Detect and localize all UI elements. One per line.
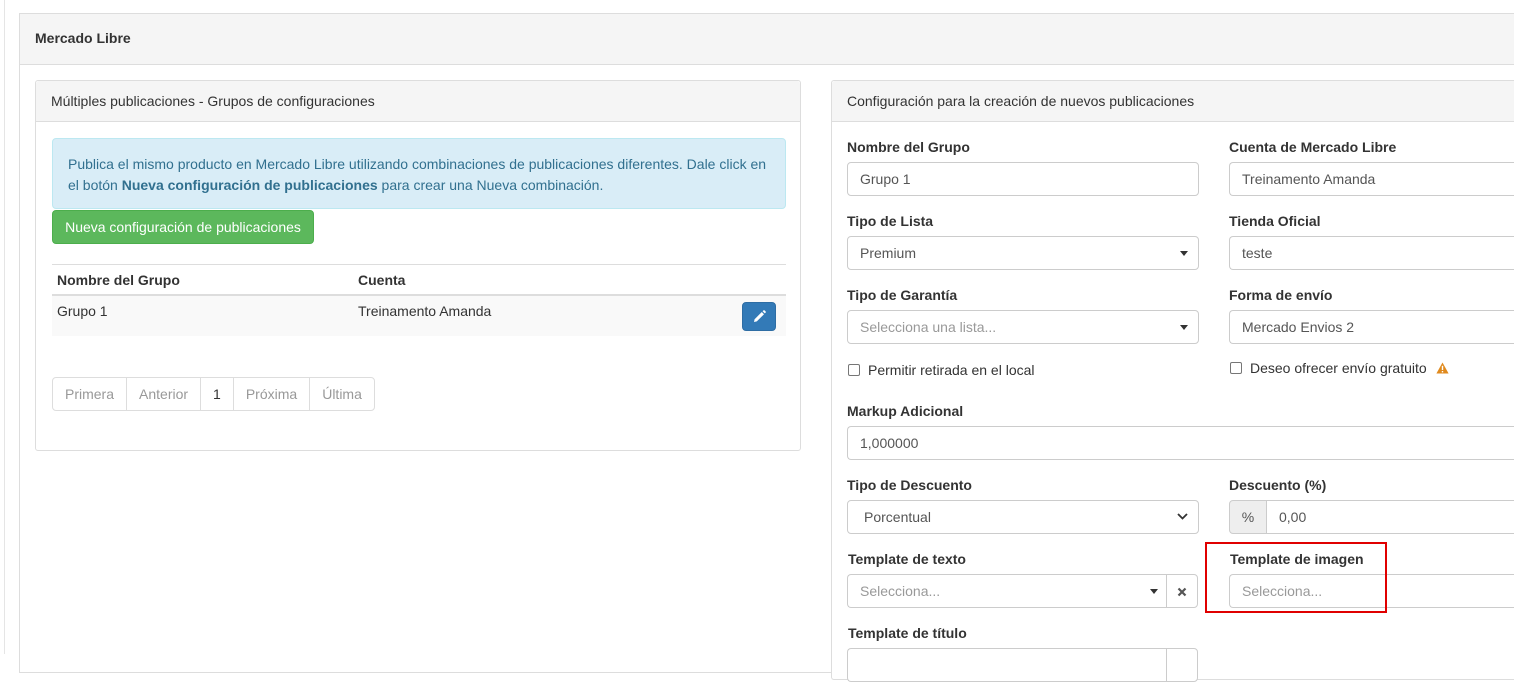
table-header: Nombre del Grupo Cuenta: [52, 264, 786, 296]
warranty-type-placeholder: Selecciona una lista...: [860, 319, 997, 335]
header-account: Cuenta: [358, 272, 406, 288]
shipping-input[interactable]: Mercado Envios 2: [1229, 310, 1514, 344]
free-shipping-option[interactable]: Deseo ofrecer envío gratuito: [1230, 360, 1449, 376]
discount-type-label: Tipo de Descuento: [847, 477, 972, 493]
discount-type-select[interactable]: Porcentual: [847, 500, 1199, 534]
pencil-icon: [754, 310, 766, 322]
edit-button[interactable]: [742, 302, 776, 331]
image-template-select[interactable]: Selecciona...: [1229, 574, 1514, 608]
close-icon: [1177, 587, 1187, 597]
clear-title-template-button[interactable]: [1166, 648, 1198, 682]
alert-bold-text: Nueva configuración de publicaciones: [121, 177, 378, 193]
groups-panel-title: Múltiples publicaciones - Grupos de conf…: [36, 81, 800, 122]
title-template-label: Template de título: [848, 625, 967, 641]
markup-label: Markup Adicional: [847, 403, 964, 419]
list-type-label: Tipo de Lista: [847, 213, 934, 229]
panel-title: Mercado Libre: [20, 14, 1514, 65]
clear-text-template-button[interactable]: [1166, 574, 1198, 608]
row-group-name: Grupo 1: [57, 303, 108, 319]
page-previous[interactable]: Anterior: [126, 377, 202, 411]
new-configuration-button[interactable]: Nueva configuración de publicaciones: [52, 210, 314, 244]
discount-type-value: Porcentual: [864, 509, 931, 525]
group-name-label: Nombre del Grupo: [847, 139, 970, 155]
text-template-select[interactable]: Selecciona...: [847, 574, 1168, 608]
info-alert: Publica el mismo producto en Mercado Lib…: [52, 138, 786, 209]
page-first[interactable]: Primera: [52, 377, 128, 411]
official-store-label: Tienda Oficial: [1229, 213, 1321, 229]
pickup-option[interactable]: Permitir retirada en el local: [848, 362, 1035, 378]
text-template-label: Template de texto: [848, 551, 966, 567]
groups-panel: Múltiples publicaciones - Grupos de conf…: [35, 80, 801, 451]
official-store-input[interactable]: teste: [1229, 236, 1514, 270]
table-row: Grupo 1 Treinamento Amanda: [52, 296, 786, 336]
page-left-border: [4, 0, 5, 654]
pagination: Primera Anterior 1 Próxima Última: [52, 377, 375, 411]
warning-icon[interactable]: [1436, 362, 1449, 374]
list-type-select[interactable]: Premium: [847, 236, 1199, 270]
account-label: Cuenta de Mercado Libre: [1229, 139, 1397, 155]
groups-table: Nombre del Grupo Cuenta Grupo 1 Treiname…: [52, 264, 786, 336]
warranty-type-label: Tipo de Garantía: [847, 287, 958, 303]
free-shipping-checkbox[interactable]: [1230, 362, 1242, 374]
page-last[interactable]: Última: [309, 377, 375, 411]
group-name-input[interactable]: Grupo 1: [847, 162, 1199, 196]
caret-down-icon: [1180, 325, 1188, 330]
page-next[interactable]: Próxima: [232, 377, 311, 411]
caret-down-icon: [1150, 589, 1158, 594]
caret-down-icon: [1180, 251, 1188, 256]
shipping-label: Forma de envío: [1229, 287, 1333, 303]
chevron-down-icon: [1177, 513, 1188, 520]
row-account: Treinamento Amanda: [358, 303, 492, 319]
title-template-select[interactable]: [847, 648, 1168, 682]
page-current[interactable]: 1: [200, 377, 234, 411]
text-template-placeholder: Selecciona...: [860, 583, 941, 599]
markup-input[interactable]: 1,000000: [847, 426, 1514, 460]
warranty-type-select[interactable]: Selecciona una lista...: [847, 310, 1199, 344]
pickup-label: Permitir retirada en el local: [868, 362, 1035, 378]
free-shipping-label: Deseo ofrecer envío gratuito: [1250, 360, 1427, 376]
discount-label: Descuento (%): [1229, 477, 1327, 493]
configuration-panel-title: Configuración para la creación de nuevos…: [832, 81, 1514, 122]
account-input[interactable]: Treinamento Amanda: [1229, 162, 1514, 196]
header-group-name: Nombre del Grupo: [57, 272, 180, 288]
percent-addon: %: [1229, 500, 1267, 534]
pickup-checkbox[interactable]: [848, 364, 860, 376]
discount-input[interactable]: 0,00: [1266, 500, 1514, 534]
alert-text-2: para crear una Nueva combinación.: [377, 177, 604, 193]
image-template-label: Template de imagen: [1230, 551, 1364, 567]
list-type-value: Premium: [860, 245, 917, 261]
